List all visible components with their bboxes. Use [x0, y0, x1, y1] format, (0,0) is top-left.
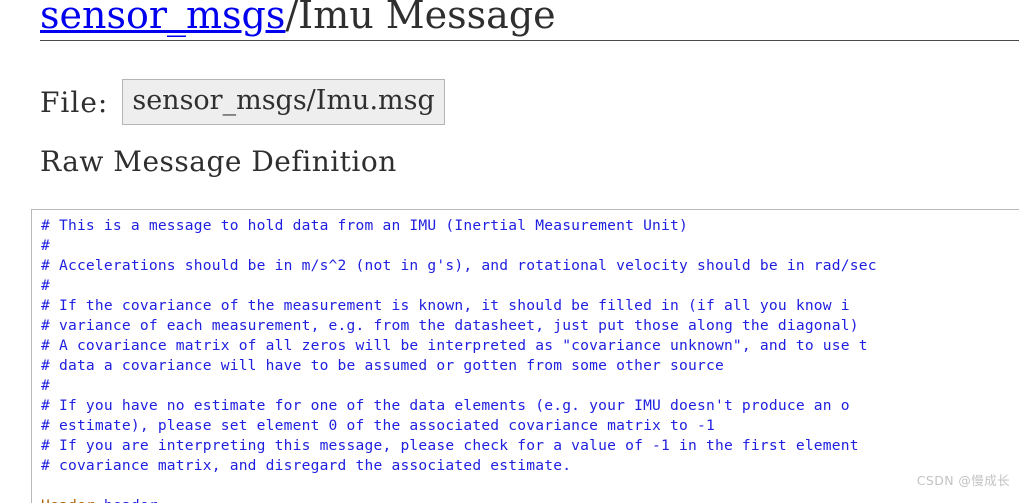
raw-message-definition-code-block[interactable]: # This is a message to hold data from an… [31, 209, 1019, 503]
title-divider [40, 40, 1019, 41]
code-line: # If you are interpreting this message, … [41, 437, 859, 454]
code-line: # data a covariance will have to be assu… [41, 357, 724, 374]
file-row: File: sensor_msgs/Imu.msg [40, 78, 445, 126]
title-suffix: /Imu Message [285, 0, 556, 37]
code-line: # A covariance matrix of all zeros will … [41, 337, 868, 354]
code-line: # variance of each measurement, e.g. fro… [41, 317, 859, 334]
code-line: # This is a message to hold data from an… [41, 217, 689, 234]
file-path-box[interactable]: sensor_msgs/Imu.msg [122, 79, 445, 125]
csdn-watermark: CSDN @慢成长 [916, 473, 1010, 488]
code-content: # This is a message to hold data from an… [41, 216, 1019, 503]
code-field-token: header [95, 497, 158, 503]
title-package-link[interactable]: sensor_msgs [40, 0, 285, 37]
code-type-token: Header [41, 497, 95, 503]
code-line: Header header [41, 496, 1019, 503]
code-line: # [41, 237, 50, 254]
code-line: # [41, 377, 50, 394]
section-heading-raw-message-definition: Raw Message Definition [40, 145, 397, 178]
page-title: sensor_msgs/Imu Message [40, 0, 556, 38]
code-line: # [41, 277, 50, 294]
code-line: # Accelerations should be in m/s^2 (not … [41, 257, 877, 274]
code-line: # estimate), please set element 0 of the… [41, 417, 715, 434]
code-line: # covariance matrix, and disregard the a… [41, 457, 572, 474]
document-page: sensor_msgs/Imu Message File: sensor_msg… [0, 0, 1019, 503]
code-line: # If you have no estimate for one of the… [41, 397, 850, 414]
code-line: # If the covariance of the measurement i… [41, 297, 850, 314]
file-label: File: [40, 85, 109, 119]
